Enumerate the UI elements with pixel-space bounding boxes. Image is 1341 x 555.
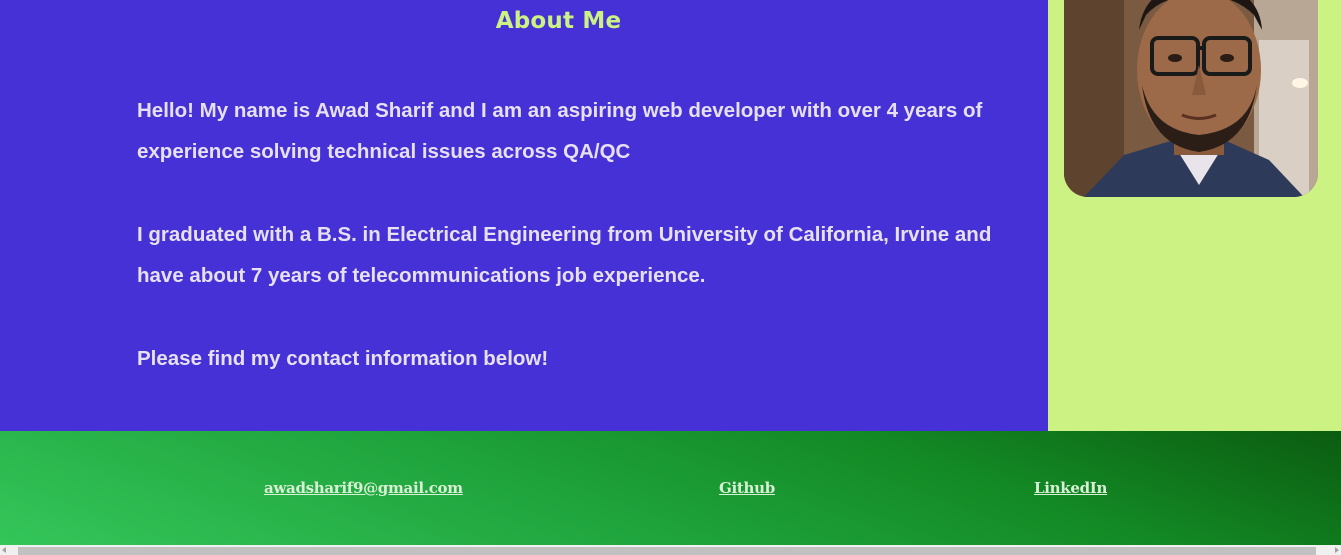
- contact-footer: awadsharif9@gmail.com Github LinkedIn: [0, 431, 1341, 545]
- github-link[interactable]: Github: [719, 479, 775, 497]
- scroll-left-arrow-icon[interactable]: [2, 547, 6, 553]
- about-paragraph-education: I graduated with a B.S. in Electrical En…: [137, 223, 992, 287]
- linkedin-link[interactable]: LinkedIn: [1034, 479, 1107, 497]
- side-panel: [1048, 0, 1341, 431]
- about-section: About Me Hello! My name is Awad Sharif a…: [0, 0, 1048, 431]
- scrollbar-thumb[interactable]: [18, 547, 1316, 555]
- profile-photo: [1064, 0, 1318, 197]
- email-link[interactable]: awadsharif9@gmail.com: [264, 479, 463, 497]
- scroll-right-arrow-icon[interactable]: [1335, 547, 1339, 553]
- about-title: About Me: [495, 8, 622, 34]
- portfolio-page: About Me Hello! My name is Awad Sharif a…: [0, 0, 1341, 555]
- about-paragraph-contact-note: Please find my contact information below…: [137, 347, 549, 370]
- horizontal-scrollbar[interactable]: [0, 545, 1341, 555]
- about-paragraph-intro: Hello! My name is Awad Sharif and I am a…: [137, 99, 983, 163]
